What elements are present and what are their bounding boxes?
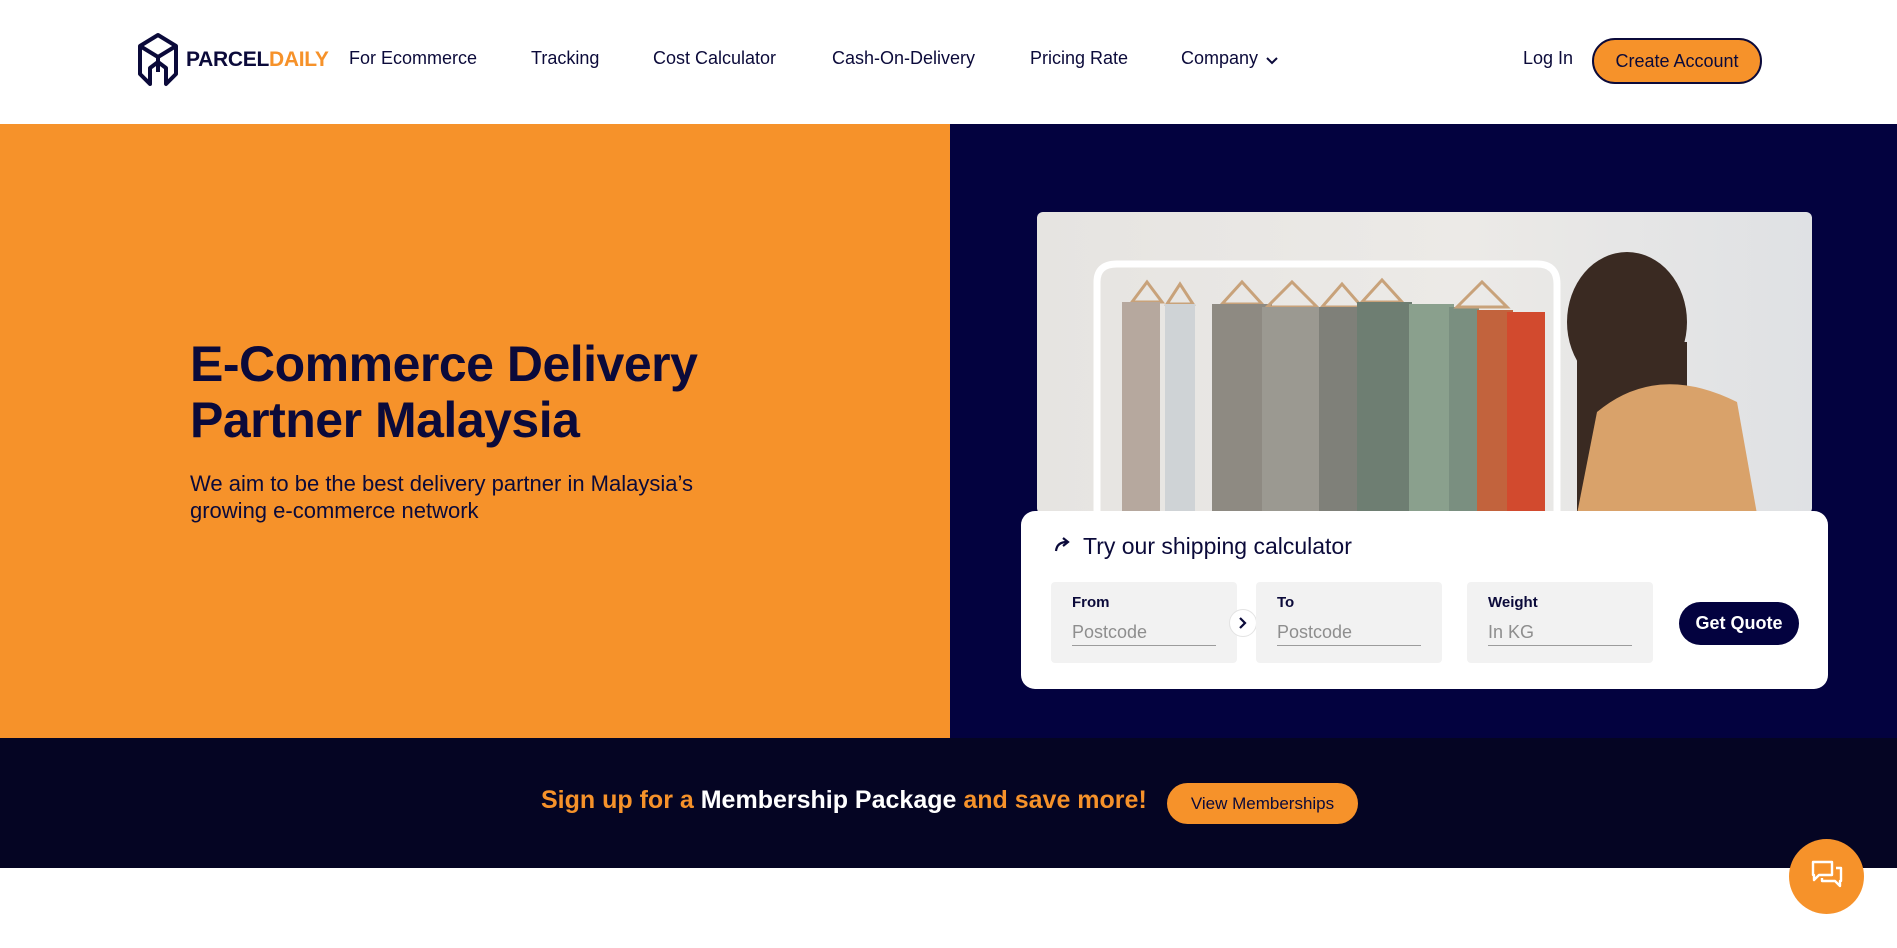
shipping-calculator-card: Try our shipping calculator From To Weig… xyxy=(1021,511,1828,689)
hero-photo-clothes-rack xyxy=(1037,212,1812,514)
chat-bubbles-icon xyxy=(1810,859,1844,894)
membership-text-part3: and save more! xyxy=(963,786,1147,814)
nav-tracking[interactable]: Tracking xyxy=(531,48,599,69)
calculator-title-text: Try our shipping calculator xyxy=(1083,533,1352,559)
brand-name: PARCELDAILY xyxy=(186,48,329,71)
parceldaily-logo-icon xyxy=(136,32,180,88)
chevron-down-icon xyxy=(1266,49,1278,70)
membership-text: Sign up for a Membership Package and sav… xyxy=(541,786,1147,815)
nav-company[interactable]: Company xyxy=(1181,48,1278,70)
view-memberships-button[interactable]: View Memberships xyxy=(1167,783,1358,824)
weight-label: Weight xyxy=(1488,594,1538,611)
from-postcode-input[interactable] xyxy=(1072,620,1216,646)
brand-logo[interactable]: PARCELDAILY xyxy=(136,32,329,88)
hero-title-line2: Partner Malaysia xyxy=(190,392,580,448)
from-label: From xyxy=(1072,594,1110,611)
to-postcode-input[interactable] xyxy=(1277,620,1421,646)
to-label: To xyxy=(1277,594,1295,611)
login-link[interactable]: Log In xyxy=(1523,48,1573,69)
weight-input[interactable] xyxy=(1488,620,1632,646)
share-arrow-icon xyxy=(1053,533,1073,560)
nav-company-label: Company xyxy=(1181,48,1259,68)
site-header: PARCELDAILY For Ecommerce Tracking Cost … xyxy=(0,0,1897,124)
from-field: From xyxy=(1051,582,1237,663)
to-field: To xyxy=(1256,582,1442,663)
hero-title-line1: E-Commerce Delivery xyxy=(190,336,698,392)
nav-for-ecommerce[interactable]: For Ecommerce xyxy=(349,48,477,69)
create-account-button[interactable]: Create Account xyxy=(1592,38,1762,84)
nav-pricing-rate[interactable]: Pricing Rate xyxy=(1030,48,1128,69)
membership-text-part2: Membership Package xyxy=(700,786,957,814)
weight-field: Weight xyxy=(1467,582,1653,663)
calculator-title: Try our shipping calculator xyxy=(1053,533,1352,560)
membership-text-part1: Sign up for a xyxy=(541,786,694,814)
nav-cost-calculator[interactable]: Cost Calculator xyxy=(653,48,776,69)
chevron-right-icon xyxy=(1229,609,1257,637)
nav-cash-on-delivery[interactable]: Cash-On-Delivery xyxy=(832,48,975,69)
hero-title: E-Commerce Delivery Partner Malaysia xyxy=(190,336,698,448)
chat-button[interactable] xyxy=(1789,839,1864,914)
get-quote-button[interactable]: Get Quote xyxy=(1679,602,1799,645)
hero-subtitle: We aim to be the best delivery partner i… xyxy=(190,471,693,523)
